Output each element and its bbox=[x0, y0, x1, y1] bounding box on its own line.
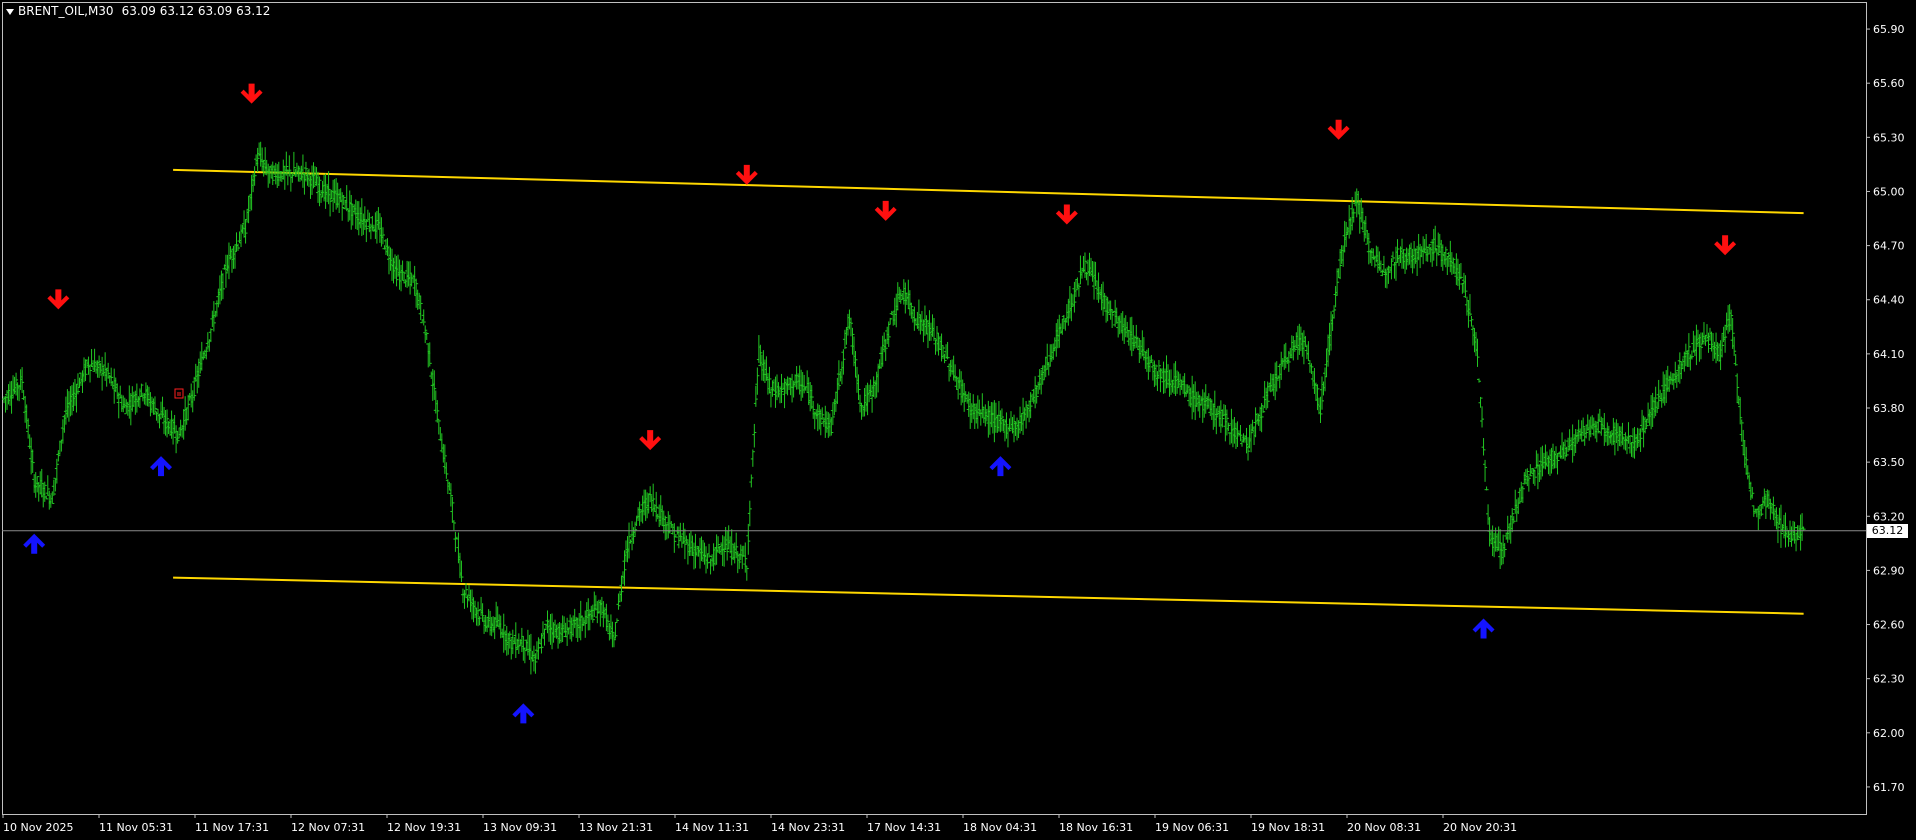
time-axis[interactable]: 10 Nov 2025 11 Nov 05:31 11 Nov 17:31 12 No… bbox=[2, 814, 1517, 834]
x-tick-label: 14 Nov 23:31 bbox=[771, 821, 845, 834]
ohlc-bar bbox=[1484, 486, 1489, 491]
x-tick-label: 13 Nov 09:31 bbox=[483, 821, 557, 834]
x-tick-label: 20 Nov 08:31 bbox=[1347, 821, 1421, 834]
y-tick-label: 65.90 bbox=[1873, 23, 1905, 36]
channel-line-upper bbox=[173, 168, 1804, 215]
arrow-down-icon bbox=[1327, 119, 1350, 140]
ohlc-bar bbox=[750, 449, 755, 467]
y-tick-label: 64.70 bbox=[1873, 240, 1905, 253]
chart-window[interactable]: 65.90 65.60 65.30 65.00 64.70 64.40 64.10 63.80… bbox=[0, 0, 1916, 840]
chart-header: BRENT_OIL,M30 63.09 63.12 63.09 63.12 bbox=[6, 4, 270, 18]
arrow-down-icon bbox=[47, 289, 70, 310]
y-tick-label: 65.30 bbox=[1873, 131, 1905, 144]
y-tick-label: 64.10 bbox=[1873, 348, 1905, 361]
ohlc-bar bbox=[749, 474, 754, 488]
arrow-up-icon bbox=[23, 533, 46, 554]
x-tick-label: 18 Nov 16:31 bbox=[1059, 821, 1133, 834]
x-tick-label: 17 Nov 14:31 bbox=[867, 821, 941, 834]
arrow-down-icon bbox=[639, 430, 662, 451]
symbol-label: BRENT_OIL,M30 bbox=[18, 4, 114, 18]
x-tick-label: 12 Nov 07:31 bbox=[291, 821, 365, 834]
y-tick-label: 65.60 bbox=[1873, 77, 1905, 90]
ohlc-bar bbox=[614, 618, 619, 624]
x-tick-label: 11 Nov 17:31 bbox=[195, 821, 269, 834]
small-square-icon[interactable] bbox=[174, 388, 184, 399]
arrow-down-icon bbox=[1714, 235, 1737, 256]
x-tick-label: 18 Nov 04:31 bbox=[963, 821, 1037, 834]
arrow-down-icon bbox=[1055, 204, 1078, 225]
y-tick-label: 62.60 bbox=[1873, 619, 1905, 632]
x-tick-label: 12 Nov 19:31 bbox=[387, 821, 461, 834]
ohlc-bar bbox=[453, 531, 458, 552]
x-tick-label: 13 Nov 21:31 bbox=[579, 821, 653, 834]
ohlc-bar bbox=[752, 423, 757, 448]
x-tick-label: 10 Nov 2025 bbox=[3, 821, 73, 834]
arrow-down-icon bbox=[735, 164, 758, 185]
y-tick-label: 64.40 bbox=[1873, 294, 1905, 307]
channel-lines[interactable] bbox=[173, 168, 1804, 615]
plot-frame bbox=[2, 2, 1867, 815]
ohlc-bar bbox=[1478, 396, 1483, 408]
triangle-down-icon[interactable] bbox=[6, 8, 14, 15]
x-tick-label: 19 Nov 06:31 bbox=[1155, 821, 1229, 834]
y-tick-label: 62.90 bbox=[1873, 564, 1905, 577]
arrow-up-icon bbox=[989, 456, 1012, 477]
ohlc-bar bbox=[747, 500, 752, 527]
y-tick-label: 61.70 bbox=[1873, 781, 1905, 794]
current-price-tag: 63.12 bbox=[1867, 523, 1908, 538]
ohlc-bar bbox=[1480, 406, 1485, 428]
ohlc-bar bbox=[1481, 438, 1486, 456]
y-tick-label: 63.80 bbox=[1873, 402, 1905, 415]
y-tick-label: 62.00 bbox=[1873, 727, 1905, 740]
arrow-down-icon bbox=[874, 200, 897, 221]
arrow-up-icon bbox=[150, 456, 173, 477]
y-tick-label: 63.50 bbox=[1873, 456, 1905, 469]
price-axis[interactable]: 65.90 65.60 65.30 65.00 64.70 64.40 64.10 63.80… bbox=[1866, 23, 1905, 794]
ohlc-bar bbox=[1469, 315, 1474, 327]
ohlc-values: 63.09 63.12 63.09 63.12 bbox=[121, 4, 271, 18]
arrow-down-icon bbox=[240, 83, 263, 104]
arrow-up-icon bbox=[512, 703, 535, 724]
x-tick-label: 11 Nov 05:31 bbox=[99, 821, 173, 834]
ohlc-bar bbox=[746, 523, 751, 555]
ohlc-bar bbox=[1483, 459, 1488, 482]
arrow-up-icon bbox=[1472, 618, 1495, 639]
ohlc-bar bbox=[672, 523, 677, 553]
y-tick-label: 63.20 bbox=[1873, 510, 1905, 523]
x-tick-label: 14 Nov 11:31 bbox=[675, 821, 749, 834]
x-tick-label: 19 Nov 18:31 bbox=[1251, 821, 1325, 834]
y-tick-label: 65.00 bbox=[1873, 185, 1905, 198]
ohlc-bar bbox=[1477, 378, 1482, 383]
ohlc-bar bbox=[451, 520, 456, 531]
price-chart[interactable]: 65.90 65.60 65.30 65.00 64.70 64.40 64.10 63.80… bbox=[0, 0, 1916, 840]
y-tick-label: 62.30 bbox=[1873, 673, 1905, 686]
channel-line-lower bbox=[173, 576, 1804, 615]
x-tick-label: 20 Nov 20:31 bbox=[1443, 821, 1517, 834]
